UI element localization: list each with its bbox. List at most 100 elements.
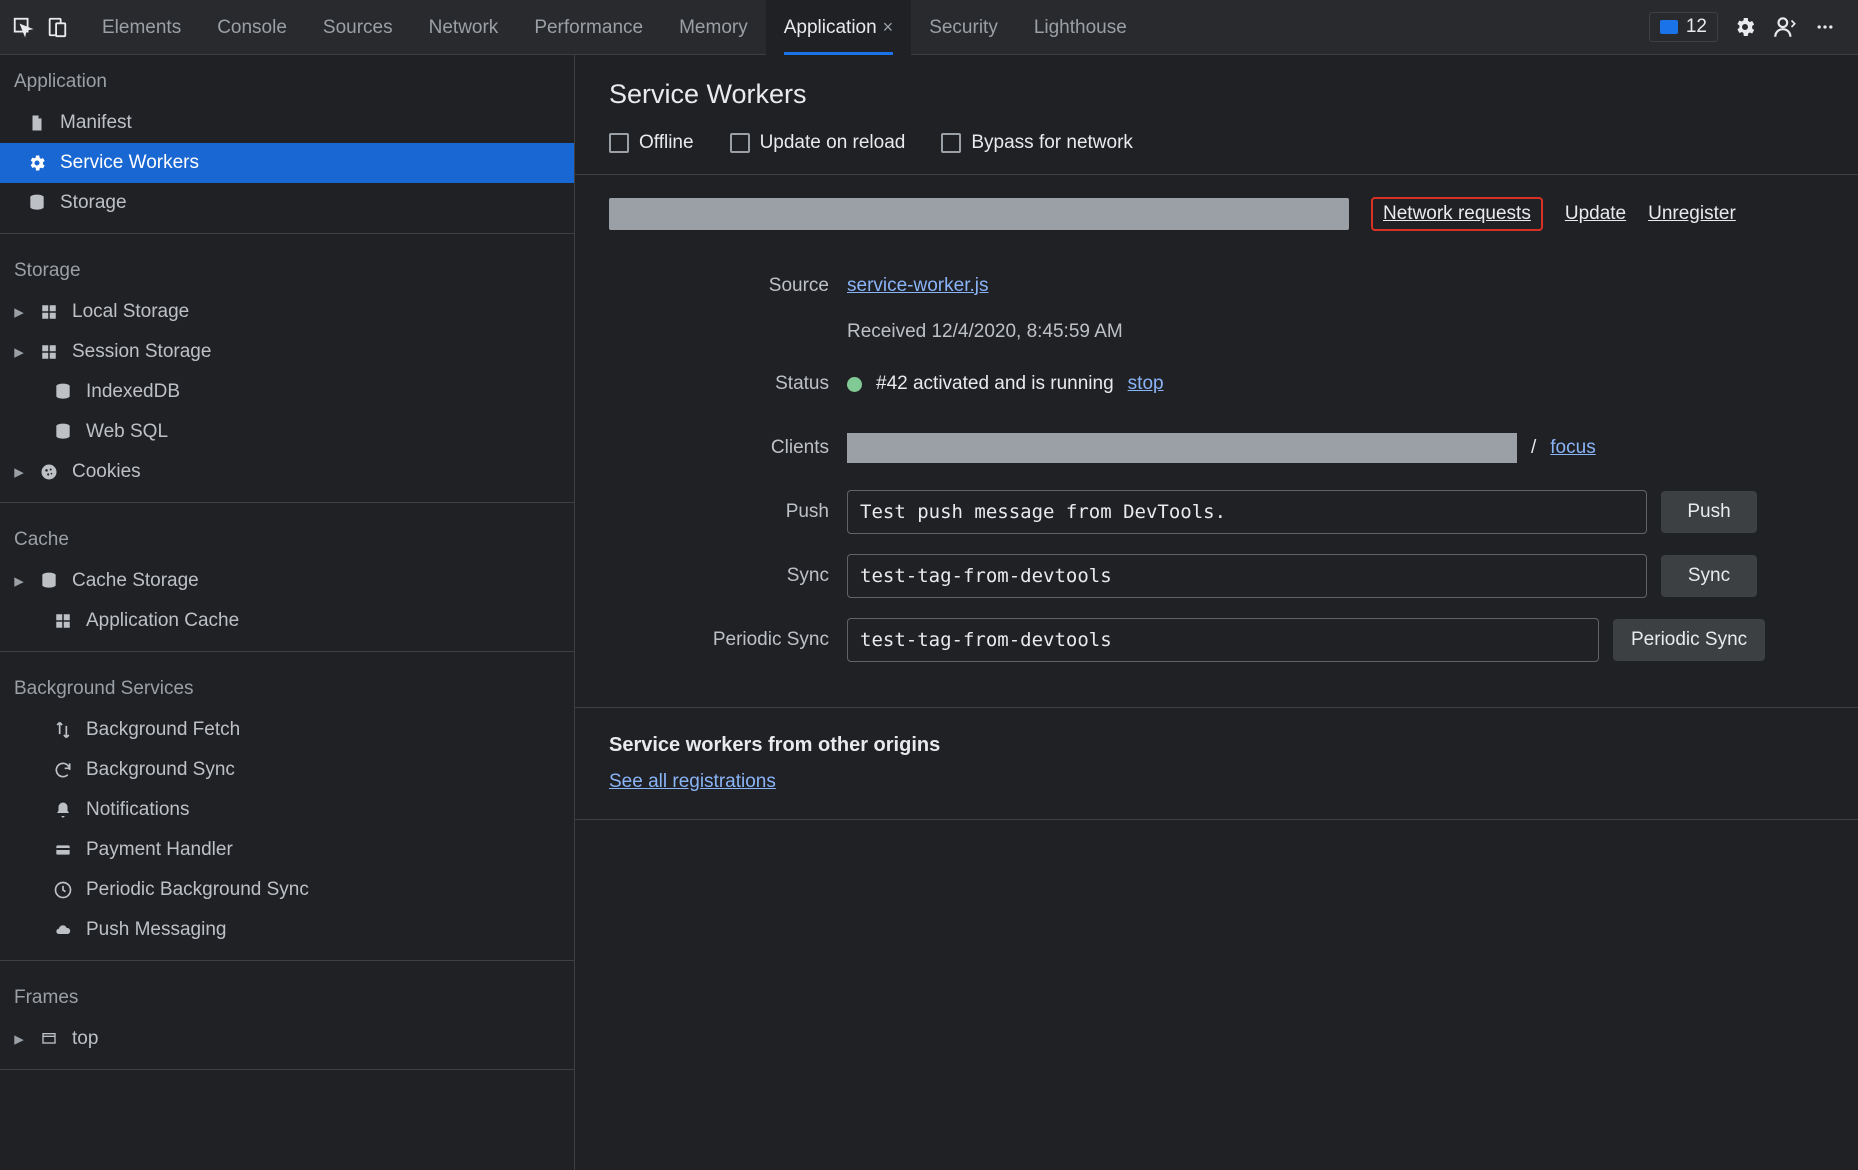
origin-field — [609, 198, 1349, 230]
sidebar-item-label: Application Cache — [86, 610, 564, 632]
issues-icon — [1660, 20, 1678, 34]
sidebar-item-session-storage[interactable]: ▸Session Storage — [0, 332, 574, 372]
client-suffix: / — [1531, 437, 1536, 459]
grid-icon — [52, 610, 74, 632]
tab-elements[interactable]: Elements — [84, 0, 199, 55]
sidebar-item-background-fetch[interactable]: Background Fetch — [0, 710, 574, 750]
other-origins-section: Service workers from other origins See a… — [575, 708, 1858, 820]
grid-icon — [38, 341, 60, 363]
clients-label: Clients — [609, 437, 829, 459]
push-input[interactable] — [847, 490, 1647, 534]
tab-network[interactable]: Network — [411, 0, 517, 55]
sidebar-item-push-messaging[interactable]: Push Messaging — [0, 910, 574, 950]
close-icon[interactable]: × — [883, 17, 894, 37]
expand-icon[interactable]: ▸ — [12, 461, 26, 484]
panel-title: Service Workers — [609, 79, 1824, 110]
offline-checkbox[interactable]: Offline — [609, 132, 694, 154]
sync-input[interactable] — [847, 554, 1647, 598]
sidebar-item-service-workers[interactable]: Service Workers — [0, 143, 574, 183]
status-label: Status — [609, 373, 829, 395]
more-icon[interactable] — [1812, 14, 1838, 40]
sidebar-item-cookies[interactable]: ▸Cookies — [0, 452, 574, 492]
expand-icon[interactable]: ▸ — [12, 301, 26, 324]
sidebar-item-notifications[interactable]: Notifications — [0, 790, 574, 830]
expand-icon[interactable]: ▸ — [12, 1028, 26, 1051]
see-all-registrations-link[interactable]: See all registrations — [609, 771, 776, 792]
periodic-sync-input[interactable] — [847, 618, 1599, 662]
settings-icon[interactable] — [1732, 14, 1758, 40]
sidebar-item-payment-handler[interactable]: Payment Handler — [0, 830, 574, 870]
section-header: Application — [0, 55, 574, 103]
expand-icon[interactable]: ▸ — [12, 570, 26, 593]
sw-options: Offline Update on reload Bypass for netw… — [575, 120, 1858, 175]
tab-application[interactable]: Application× — [766, 0, 911, 55]
section-header: Storage — [0, 244, 574, 292]
bell-icon — [52, 799, 74, 821]
status-dot-icon — [847, 377, 862, 392]
sidebar-item-label: Periodic Background Sync — [86, 879, 564, 901]
tab-lighthouse[interactable]: Lighthouse — [1016, 0, 1145, 55]
update-on-reload-checkbox[interactable]: Update on reload — [730, 132, 906, 154]
sync-button[interactable]: Sync — [1661, 555, 1757, 597]
sidebar-item-application-cache[interactable]: Application Cache — [0, 601, 574, 641]
sidebar-item-label: Cache Storage — [72, 570, 564, 592]
device-toggle-icon[interactable] — [44, 14, 70, 40]
application-sidebar: Application Manifest Service Workers Storag… — [0, 55, 575, 1170]
sidebar-item-manifest[interactable]: Manifest — [0, 103, 574, 143]
bypass-for-network-checkbox[interactable]: Bypass for network — [941, 132, 1133, 154]
stop-link[interactable]: stop — [1128, 373, 1164, 395]
network-requests-link[interactable]: Network requests — [1383, 203, 1531, 224]
sync-icon — [52, 759, 74, 781]
expand-icon[interactable]: ▸ — [12, 341, 26, 364]
sidebar-item-storage[interactable]: Storage — [0, 183, 574, 223]
gear-icon — [26, 152, 48, 174]
sidebar-item-background-sync[interactable]: Background Sync — [0, 750, 574, 790]
cookie-icon — [38, 461, 60, 483]
section-header: Background Services — [0, 662, 574, 710]
tab-security[interactable]: Security — [911, 0, 1016, 55]
sidebar-item-cache-storage[interactable]: ▸ Cache Storage — [0, 561, 574, 601]
db-icon — [52, 381, 74, 403]
toolbar-right: 12 — [1649, 12, 1858, 42]
periodic-sync-button[interactable]: Periodic Sync — [1613, 619, 1765, 661]
sidebar-item-periodic-background-sync[interactable]: Periodic Background Sync — [0, 870, 574, 910]
sidebar-item-local-storage[interactable]: ▸Local Storage — [0, 292, 574, 332]
source-file-link[interactable]: service-worker.js — [847, 275, 988, 297]
sw-origin-row: Network requests Update Unregister Netwo… — [575, 175, 1858, 239]
other-origins-header: Service workers from other origins — [609, 734, 1824, 757]
file-icon — [26, 112, 48, 134]
client-url-masked — [847, 433, 1517, 463]
profile-icon[interactable] — [1772, 14, 1798, 40]
sidebar-item-indexeddb[interactable]: IndexedDB — [0, 372, 574, 412]
grid-icon — [38, 301, 60, 323]
sidebar-item-label: Background Fetch — [86, 719, 564, 741]
db-icon — [52, 421, 74, 443]
push-button[interactable]: Push — [1661, 491, 1757, 533]
sidebar-item-label: Notifications — [86, 799, 564, 821]
focus-link[interactable]: focus — [1550, 437, 1595, 459]
received-timestamp: Received 12/4/2020, 8:45:59 AM — [847, 321, 1123, 343]
card-icon — [52, 839, 74, 861]
devtools-tabs: ElementsConsoleSourcesNetworkPerformance… — [0, 0, 1858, 55]
status-text: #42 activated and is running — [876, 373, 1114, 395]
sidebar-item-label: Storage — [60, 192, 564, 214]
unregister-link[interactable]: Unregister — [1648, 203, 1736, 225]
sidebar-item-top[interactable]: ▸top — [0, 1019, 574, 1059]
network-requests-link-highlighted: Network requests — [1371, 197, 1543, 231]
tab-sources[interactable]: Sources — [305, 0, 411, 55]
inspect-icon[interactable] — [10, 14, 36, 40]
tab-performance[interactable]: Performance — [516, 0, 661, 55]
sidebar-item-label: Background Sync — [86, 759, 564, 781]
issues-badge[interactable]: 12 — [1649, 12, 1718, 42]
db-icon — [26, 192, 48, 214]
push-label: Push — [609, 501, 829, 523]
updown-icon — [52, 719, 74, 741]
tab-console[interactable]: Console — [199, 0, 305, 55]
clock-icon — [52, 879, 74, 901]
update-link[interactable]: Update — [1565, 203, 1626, 225]
tab-memory[interactable]: Memory — [661, 0, 766, 55]
sidebar-item-label: Manifest — [60, 112, 564, 134]
frame-icon — [38, 1028, 60, 1050]
service-workers-panel: Service Workers Offline Update on reload… — [575, 55, 1858, 1170]
sidebar-item-web-sql[interactable]: Web SQL — [0, 412, 574, 452]
